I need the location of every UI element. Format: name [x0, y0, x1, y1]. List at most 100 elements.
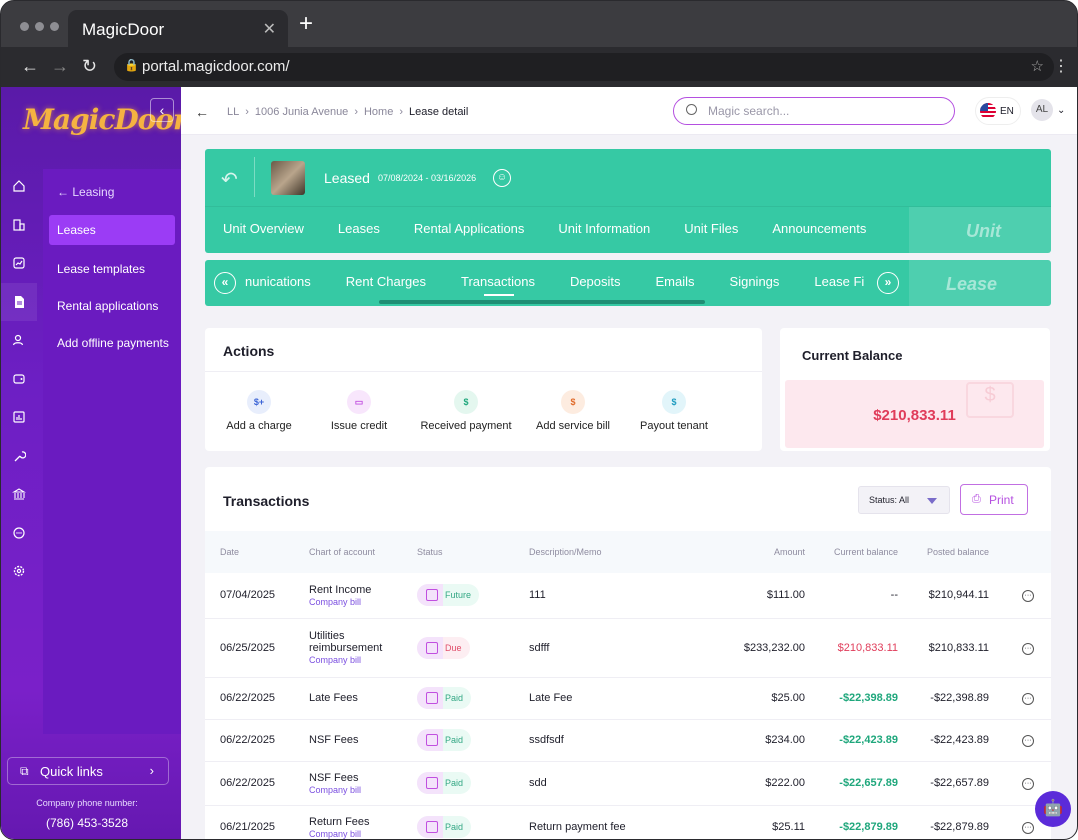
more-options-icon[interactable]: ··· [1022, 642, 1034, 655]
cell-amount: $233,232.00 [685, 618, 809, 678]
table-row[interactable]: 06/22/2025 NSF Fees Company bill Paid sdd… [205, 761, 1051, 806]
new-tab-button[interactable]: + [299, 12, 313, 36]
close-tab-icon[interactable]: ✕ [263, 19, 276, 39]
invoice-icon [426, 641, 438, 654]
table-row[interactable]: 06/22/2025 Late Fees Paid Late Fee $25.0… [205, 677, 1051, 720]
cell-current-balance: $210,833.11 [809, 618, 902, 678]
col-amount[interactable]: Amount [685, 531, 809, 573]
more-options-icon[interactable]: ··· [1022, 590, 1034, 603]
scroll-right-icon[interactable]: » [877, 272, 899, 294]
settings-gear-icon[interactable] [1, 552, 37, 591]
chart-icon[interactable] [1, 244, 37, 283]
assistant-bot-button[interactable]: 🤖 [1035, 791, 1071, 827]
col-date[interactable]: Date [205, 531, 305, 573]
cell-current-balance: -$22,879.89 [809, 805, 902, 839]
col-status[interactable]: Status [413, 531, 525, 573]
home-icon[interactable] [1, 167, 37, 206]
leasing-back-label: Leasing [72, 185, 115, 199]
browser-menu-icon[interactable]: ⋮ [1053, 56, 1069, 76]
more-options-icon[interactable]: ··· [1022, 778, 1034, 790]
add-charge-label: Add a charge [226, 420, 292, 432]
back-arrow-icon[interactable]: ← [195, 104, 209, 120]
tab-unit-information[interactable]: Unit Information [541, 207, 667, 251]
app-root: MagicDoor ‹ ← Leasing Leases Lease templ… [1, 87, 1077, 839]
tab-communications[interactable]: nunications [245, 260, 311, 306]
language-selector[interactable]: EN [975, 97, 1021, 125]
chat-icon[interactable] [1, 514, 37, 553]
cell-amount: $111.00 [685, 573, 809, 619]
add-charge-button[interactable]: $+ Add a charge [205, 390, 313, 432]
quick-links-button[interactable]: ⧉ Quick links › [7, 757, 169, 785]
breadcrumb-ll[interactable]: LL [227, 106, 239, 118]
phone-number[interactable]: (786) 453-3528 [1, 816, 173, 830]
undo-arrow-icon[interactable]: ↶ [221, 167, 238, 192]
payout-tenant-button[interactable]: $ Payout tenant [619, 390, 729, 432]
cell-current-balance: -$22,657.89 [809, 761, 902, 806]
col-posted-balance[interactable]: Posted balance [902, 531, 993, 573]
tab-rental-applications[interactable]: Rental Applications [397, 207, 542, 251]
bookmark-star-icon[interactable]: ☆ [1031, 57, 1044, 75]
breadcrumb-home[interactable]: Home [364, 106, 393, 118]
more-options-icon[interactable]: ··· [1022, 822, 1034, 834]
payout-tenant-label: Payout tenant [640, 420, 708, 432]
account-name: Late Fees [309, 692, 358, 704]
col-current-balance[interactable]: Current balance [809, 531, 902, 573]
reload-icon[interactable]: ↻ [82, 56, 97, 77]
bank-icon[interactable] [1, 475, 37, 514]
table-row[interactable]: 07/04/2025 Rent Income Company bill Futur… [205, 573, 1051, 619]
smile-icon: ☺ [493, 169, 511, 187]
tab-announcements[interactable]: Announcements [755, 207, 883, 251]
tab-unit-overview[interactable]: Unit Overview [205, 207, 321, 251]
document-icon[interactable] [1, 282, 37, 321]
table-row[interactable]: 06/25/2025 Utilities reimbursement Compan… [205, 618, 1051, 678]
report-icon[interactable] [1, 398, 37, 437]
received-payment-button[interactable]: $ Received payment [405, 390, 527, 432]
wrench-icon[interactable] [1, 437, 37, 476]
company-bill-link[interactable]: Company bill [309, 597, 409, 607]
window-controls[interactable] [20, 22, 59, 31]
issue-credit-label: Issue credit [330, 420, 388, 432]
sidebar-item-lease-templates[interactable]: Lease templates [43, 251, 181, 287]
more-options-icon[interactable]: ··· [1022, 693, 1034, 705]
scroll-left-icon[interactable]: « [214, 272, 236, 294]
browser-tab[interactable]: MagicDoor ✕ [68, 10, 288, 47]
table-row[interactable]: 06/21/2025 Return Fees Company bill Paid … [205, 805, 1051, 839]
cell-account: Utilities reimbursement Company bill [305, 618, 413, 678]
url-field[interactable]: 🔒 portal.magicdoor.com/ ☆ [114, 53, 1054, 81]
back-arrow-icon: ← [57, 185, 69, 199]
breadcrumb-address[interactable]: 1006 Junia Avenue [255, 106, 348, 118]
wallet-icon[interactable] [1, 360, 37, 399]
status-filter-select[interactable]: Status: All [858, 486, 950, 514]
company-bill-link[interactable]: Company bill [309, 785, 409, 795]
cell-account: Return Fees Company bill [305, 805, 413, 839]
tabs-scrollbar[interactable] [379, 300, 705, 304]
user-menu[interactable]: AL ⌄ [1031, 99, 1065, 121]
building-icon[interactable] [1, 206, 37, 245]
issue-credit-button[interactable]: ▭ Issue credit [313, 390, 405, 432]
leasing-back-link[interactable]: ← Leasing [43, 169, 181, 199]
sidebar-item-rental-applications[interactable]: Rental applications [43, 288, 181, 324]
back-arrow-icon[interactable]: ← [21, 56, 39, 77]
tab-lease-files[interactable]: Lease Fi [814, 260, 864, 306]
tab-signings[interactable]: Signings [730, 260, 780, 306]
col-description[interactable]: Description/Memo [525, 531, 685, 573]
people-icon[interactable] [1, 321, 37, 360]
print-button[interactable]: ⎙ Print [960, 484, 1028, 515]
col-account[interactable]: Chart of account [305, 531, 413, 573]
tab-leases[interactable]: Leases [321, 207, 397, 251]
company-bill-link[interactable]: Company bill [309, 829, 409, 839]
collapse-sidebar-button[interactable]: ‹ [150, 98, 174, 122]
cell-posted-balance: $210,944.11 [902, 573, 993, 619]
forward-arrow-icon[interactable]: → [51, 56, 69, 77]
add-service-bill-button[interactable]: $ Add service bill [527, 390, 619, 432]
sidebar-item-add-offline-payments[interactable]: Add offline payments [43, 325, 181, 361]
tab-unit-files[interactable]: Unit Files [667, 207, 755, 251]
table-header-row: Date Chart of account Status Description… [205, 531, 1051, 573]
company-bill-link[interactable]: Company bill [309, 655, 409, 665]
invoice-icon [426, 692, 438, 704]
sidebar-item-leases[interactable]: Leases [49, 215, 175, 245]
magic-search-input[interactable]: Magic search... [673, 97, 955, 125]
table-row[interactable]: 06/22/2025 NSF Fees Paid ssdfsdf $234.00… [205, 719, 1051, 762]
more-options-icon[interactable]: ··· [1022, 735, 1034, 747]
cell-status: Due [413, 618, 525, 678]
